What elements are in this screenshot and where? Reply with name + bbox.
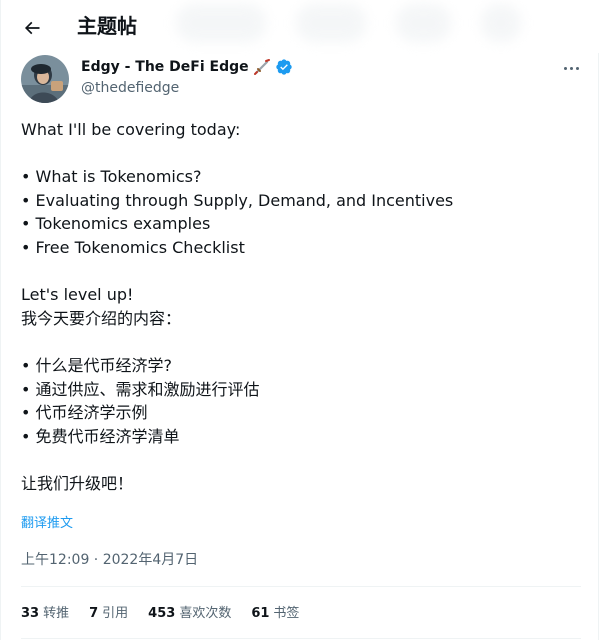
tweet-line: What I'll be covering today:: [21, 120, 241, 139]
page-title: 主题帖: [77, 14, 137, 38]
tweet-line: Let's level up!: [21, 285, 134, 305]
retweets-label: 转推: [43, 606, 70, 621]
avatar[interactable]: [21, 55, 69, 103]
blurred-region: [296, 4, 366, 42]
tweet-line: [21, 448, 581, 472]
bookmarks-label: 书签: [273, 606, 300, 621]
back-button[interactable]: [15, 11, 49, 45]
tweet-line: • Tokenomics examples: [21, 214, 211, 234]
quotes-stat[interactable]: 7 引用: [89, 603, 128, 625]
bookmarks-stat[interactable]: 61 书签: [251, 603, 299, 625]
tweet-line: • Evaluating through Supply, Demand, and…: [21, 190, 454, 210]
quotes-label: 引用: [102, 606, 129, 621]
author-name-text: Edgy - The DeFi Edge: [81, 59, 249, 75]
avatar-image: [21, 55, 69, 103]
tweet-text: What I'll be covering today: • What is T…: [21, 118, 581, 496]
quotes-count: 7: [89, 606, 99, 621]
tweet-page: 主题帖 Edgy - The DeFi Edge @thedefiedge Wh…: [0, 0, 599, 640]
tweet-line: • Free Tokenomics Checklist: [21, 237, 245, 257]
verified-badge-icon: [275, 59, 292, 75]
divider: [21, 638, 581, 639]
tweet-line: • What is Tokenomics?: [21, 167, 202, 187]
more-icon-dot: [569, 66, 573, 70]
tweet-stats: 33 转推 7 引用 453 喜欢次数 61 书签: [21, 603, 299, 625]
more-icon-dot: [575, 66, 579, 70]
tweet-line: • 代币经济学示例: [21, 403, 148, 423]
blurred-region: [176, 4, 266, 42]
more-icon: [563, 66, 567, 70]
more-options-button[interactable]: [556, 56, 586, 80]
top-bar: 主题帖: [1, 0, 599, 53]
tweet-line: [21, 260, 581, 284]
tweet-line: • 免费代币经济学清单: [21, 426, 180, 446]
retweets-stat[interactable]: 33 转推: [21, 603, 69, 625]
tweet-line: • 通过供应、需求和激励进行评估: [21, 379, 260, 399]
likes-count: 453: [148, 606, 176, 621]
tweet-line: 我今天要介绍的内容：: [21, 308, 182, 328]
author-name[interactable]: Edgy - The DeFi Edge: [81, 57, 293, 77]
tweet-line: [21, 330, 581, 354]
author-handle[interactable]: @thedefiedge: [81, 78, 179, 98]
translate-tweet-link[interactable]: 翻译推文: [21, 514, 73, 534]
likes-stat[interactable]: 453 喜欢次数: [148, 603, 231, 625]
tweet-line: • 什么是代币经济学?: [21, 355, 173, 375]
tweet-line: [21, 142, 581, 166]
tweet-timestamp[interactable]: 上午12:09 · 2022年4月7日: [21, 549, 198, 571]
likes-label: 喜欢次数: [179, 606, 232, 621]
blurred-region: [396, 4, 451, 42]
divider: [21, 586, 581, 587]
sword-icon: [253, 59, 270, 75]
tweet-line: 让我们升级吧！: [21, 473, 134, 493]
bookmarks-count: 61: [251, 606, 270, 621]
arrow-left-icon: [24, 21, 40, 35]
retweets-count: 33: [21, 606, 40, 621]
blurred-region: [481, 4, 521, 42]
